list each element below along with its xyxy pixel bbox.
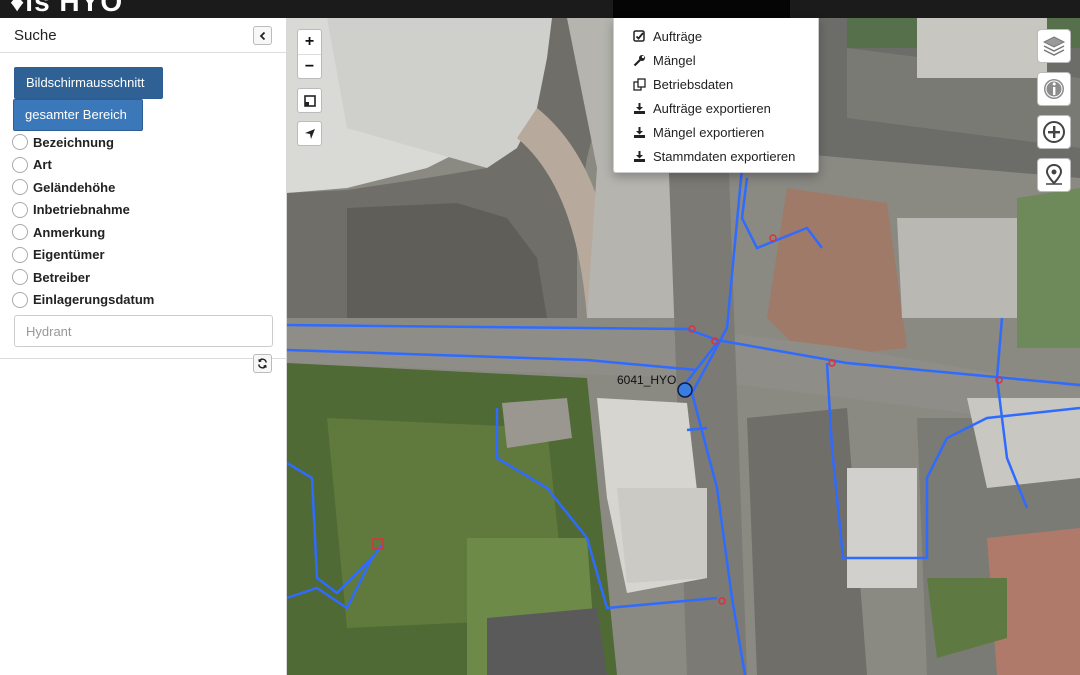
refresh-button[interactable] <box>253 354 272 373</box>
divider <box>0 358 287 359</box>
search-sidebar: Suche Bildschirmausschnitt gesamter Bere… <box>0 18 287 675</box>
radio-button[interactable] <box>12 201 28 218</box>
radio-label: Eigentümer <box>33 247 105 263</box>
download-icon <box>633 126 646 139</box>
radio-button[interactable] <box>12 246 28 263</box>
sidebar-title: Suche <box>14 27 57 44</box>
radio-button[interactable] <box>12 156 28 173</box>
location-arrow-icon <box>304 128 315 139</box>
menu-item-betriebsdaten[interactable]: Betriebsdaten <box>633 74 733 94</box>
radio-option[interactable]: Bezeichnung <box>12 131 154 154</box>
fullscreen-icon <box>303 94 316 107</box>
place-marker-button[interactable] <box>1037 158 1071 192</box>
map-pin-icon <box>1045 163 1063 185</box>
zoom-out-button[interactable]: − <box>298 54 321 78</box>
radio-button[interactable] <box>12 224 28 241</box>
wrench-icon <box>633 54 646 67</box>
menu-item-auftraege-exportieren[interactable]: Aufträge exportieren <box>633 98 771 118</box>
menu-item-maengel-exportieren[interactable]: Mängel exportieren <box>633 122 764 142</box>
full-area-search-button[interactable]: gesamter Bereich <box>13 99 143 131</box>
locate-button[interactable] <box>297 121 322 146</box>
radio-option[interactable]: Geländehöhe <box>12 176 154 199</box>
refresh-icon <box>258 358 267 369</box>
radio-option[interactable]: Art <box>12 154 154 177</box>
radio-label: Inbetriebnahme <box>33 202 130 218</box>
radio-label: Anmerkung <box>33 224 106 240</box>
viewport-search-button[interactable]: Bildschirmausschnitt <box>14 67 163 99</box>
menu-item-auftraege[interactable]: Aufträge <box>633 26 702 46</box>
menu-item-label: Mängel <box>653 52 696 68</box>
radio-button[interactable] <box>12 291 28 308</box>
fullscreen-button[interactable] <box>297 88 322 113</box>
menu-item-label: Aufträge <box>653 28 703 44</box>
checkbox-icon <box>633 29 646 43</box>
radio-button[interactable] <box>12 269 28 286</box>
radio-option[interactable]: Eigentümer <box>12 244 154 267</box>
top-navbar: ♦ls HYO <box>0 0 1080 18</box>
search-field-radio-group: Bezeichnung Art Geländehöhe Inbetriebnah… <box>12 131 154 311</box>
add-button[interactable] <box>1037 115 1071 149</box>
radio-label: Geländehöhe <box>33 179 116 195</box>
info-button[interactable] <box>1037 72 1071 106</box>
menu-item-label: Aufträge exportieren <box>653 100 771 116</box>
layers-button[interactable] <box>1037 29 1071 63</box>
layers-icon <box>1042 36 1066 56</box>
radio-label: Bezeichnung <box>33 134 114 150</box>
menu-item-label: Stammdaten exportieren <box>653 148 796 164</box>
radio-option[interactable]: Inbetriebnahme <box>12 199 154 222</box>
radio-option[interactable]: Einlagerungsdatum <box>12 289 154 312</box>
radio-button[interactable] <box>12 179 28 196</box>
radio-label: Betreiber <box>33 269 91 285</box>
download-icon <box>633 102 646 115</box>
menu-item-label: Betriebsdaten <box>653 76 734 92</box>
search-input[interactable] <box>14 315 273 347</box>
radio-option[interactable]: Betreiber <box>12 266 154 289</box>
radio-label: Einlagerungsdatum <box>33 292 155 308</box>
radio-button[interactable] <box>12 134 28 151</box>
menu-item-maengel[interactable]: Mängel <box>633 50 696 70</box>
radio-option[interactable]: Anmerkung <box>12 221 154 244</box>
app-logo[interactable]: ♦ls HYO <box>10 0 123 18</box>
radio-label: Art <box>33 157 52 173</box>
collapse-sidebar-button[interactable] <box>253 26 272 45</box>
hydrant-marker <box>677 382 693 398</box>
info-icon <box>1044 79 1064 99</box>
chevron-left-icon <box>259 31 265 40</box>
download-icon <box>633 150 646 163</box>
menu-item-label: Mängel exportieren <box>653 124 765 140</box>
menu-item-stammdaten-exportieren[interactable]: Stammdaten exportieren <box>633 146 795 166</box>
active-menu-tab[interactable] <box>613 0 790 18</box>
zoom-control: + − <box>297 29 322 79</box>
copy-icon <box>633 77 646 91</box>
actions-dropdown-menu: Aufträge Mängel Betriebsdaten Aufträge e… <box>613 18 819 173</box>
hydrant-label: 6041_HYO <box>617 373 677 387</box>
sidebar-header: Suche <box>0 18 286 53</box>
plus-circle-icon <box>1043 121 1065 143</box>
zoom-in-button[interactable]: + <box>298 30 321 54</box>
